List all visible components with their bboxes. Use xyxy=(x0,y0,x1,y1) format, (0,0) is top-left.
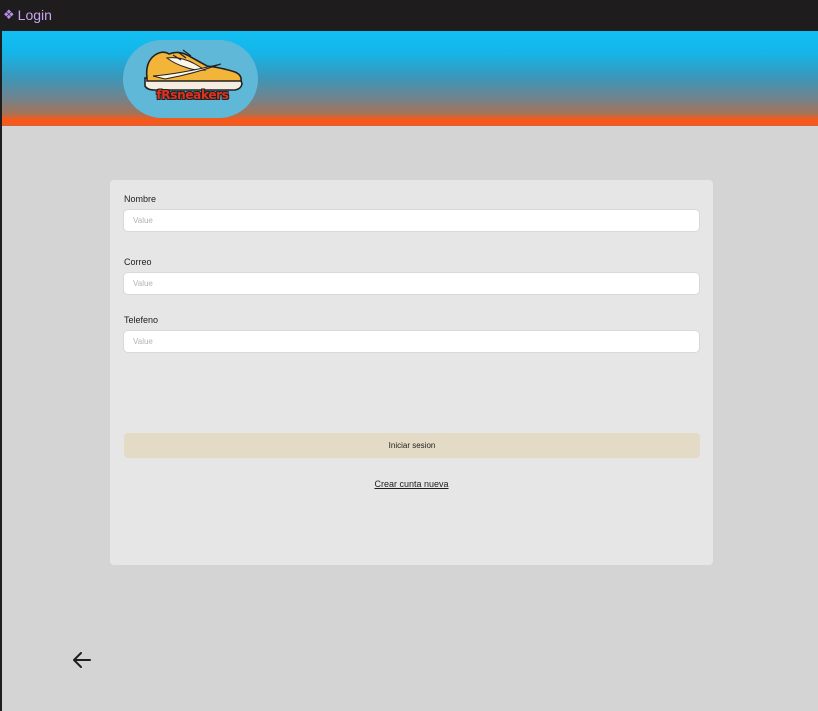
sneaker-icon xyxy=(144,49,243,91)
phone-label: Telefeno xyxy=(124,315,159,325)
email-label: Correo xyxy=(124,257,152,267)
email-field[interactable] xyxy=(123,272,700,295)
login-button[interactable]: Iniciar sesion xyxy=(124,433,700,458)
logo-text: fRsneakers xyxy=(156,88,229,102)
name-field[interactable] xyxy=(123,209,700,232)
phone-field[interactable] xyxy=(123,330,700,353)
header-banner: fRsneakers xyxy=(2,31,818,126)
create-account-link[interactable]: Crear cunta nueva xyxy=(110,479,713,489)
window-titlebar: ❖ Login xyxy=(0,0,818,30)
window-title: Login xyxy=(17,7,52,23)
login-frame: fRsneakers Nombre Correo Telefeno Inicia… xyxy=(2,31,818,711)
brand-logo: fRsneakers xyxy=(123,40,258,118)
login-card: Nombre Correo Telefeno Iniciar sesion Cr… xyxy=(110,180,713,565)
component-diamond-icon: ❖ xyxy=(3,7,15,22)
arrow-left-icon[interactable] xyxy=(70,648,94,672)
name-label: Nombre xyxy=(124,194,157,204)
